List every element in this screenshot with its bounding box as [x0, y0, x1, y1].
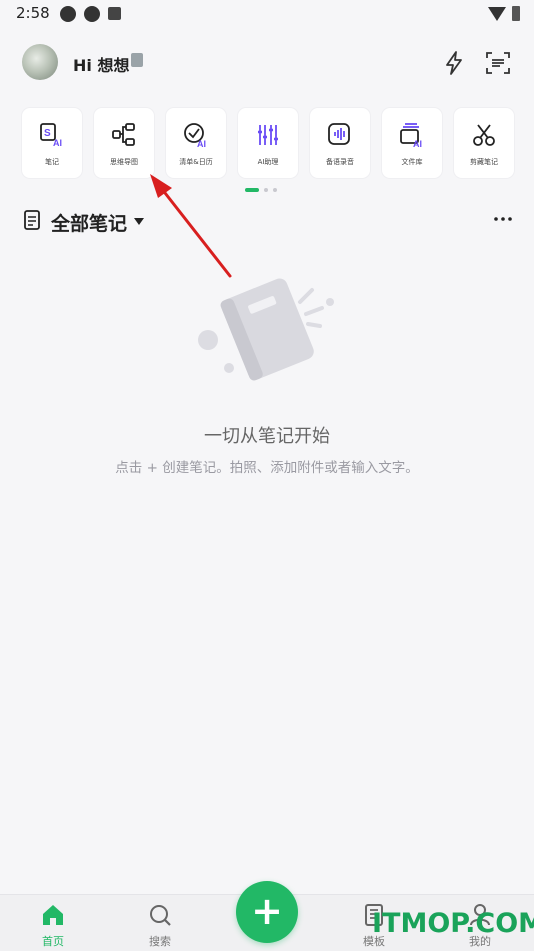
pager-dot-active [245, 188, 259, 192]
nav-home[interactable]: 首页 [23, 901, 83, 948]
tiles-pager [245, 188, 277, 192]
tile-label: 剪藏笔记 [470, 158, 498, 166]
status-time: 2:58 [16, 4, 50, 22]
svg-text:AI: AI [53, 138, 62, 148]
avatar[interactable] [22, 44, 58, 80]
notes-section-header: 全部笔记 [24, 206, 514, 236]
nav-search[interactable]: 搜索 [130, 901, 190, 948]
tile-file-library[interactable]: AI 文件库 [382, 108, 442, 178]
tile-ai-assistant[interactable]: AI助理 [238, 108, 298, 178]
pager-dot [273, 188, 277, 192]
svg-text:AI: AI [197, 139, 206, 148]
notebook-icon [24, 210, 40, 230]
system-icons [488, 6, 520, 21]
dropdown-caret-icon[interactable] [134, 218, 144, 225]
nav-label: 搜索 [149, 935, 171, 948]
greeting-text: Hi 想想 [73, 56, 130, 75]
app-notification-icon [84, 6, 100, 22]
wifi-icon [488, 6, 506, 21]
home-icon [43, 905, 63, 925]
section-title[interactable]: 全部笔记 [51, 209, 127, 236]
app-header: Hi 想想 [0, 40, 534, 84]
search-icon [150, 905, 171, 926]
tile-label: AI助理 [257, 158, 279, 166]
pager-dot [264, 188, 268, 192]
note-ai-icon: S AI [40, 123, 62, 148]
scissors-icon [473, 124, 495, 146]
tile-label: 清单&日历 [179, 158, 213, 166]
nav-label: 首页 [42, 935, 64, 948]
member-badge-icon[interactable] [131, 53, 143, 67]
battery-icon [512, 6, 520, 21]
watermark: ITMOP.COM [372, 908, 534, 939]
lightning-icon[interactable] [441, 50, 467, 76]
tile-clip-note[interactable]: 剪藏笔记 [454, 108, 514, 178]
file-library-ai-icon: AI [400, 123, 422, 148]
scan-icon[interactable] [485, 50, 511, 76]
voice-record-icon [328, 123, 350, 145]
svg-text:S: S [44, 128, 51, 139]
empty-notebook-illustration [198, 278, 334, 381]
mindmap-icon [112, 123, 135, 146]
svg-text:AI: AI [413, 139, 422, 148]
status-bar: 2:58 [0, 0, 534, 28]
tile-label: 思维导图 [110, 158, 138, 166]
app-notification-icon [108, 7, 121, 20]
empty-state-title: 一切从笔记开始 [204, 426, 330, 447]
notification-icons [60, 6, 121, 22]
quick-actions: S AI 笔记 思维导图 AI 清单&日历 AI助理 备语录音 AI 文件库 剪… [22, 108, 514, 178]
empty-state-description: 点击 + 创建笔记。拍照、添加附件或者输入文字。 [115, 460, 419, 476]
ai-assistant-icon [258, 125, 278, 145]
plus-icon: + [251, 889, 283, 933]
tile-voice-record[interactable]: 备语录音 [310, 108, 370, 178]
add-note-button[interactable]: + [236, 881, 298, 943]
app-notification-icon [60, 6, 76, 22]
more-icon[interactable] [492, 208, 514, 230]
checklist-ai-icon: AI [184, 123, 206, 148]
tile-note[interactable]: S AI 笔记 [22, 108, 82, 178]
tile-label: 备语录音 [326, 158, 354, 166]
tile-label: 笔记 [45, 158, 59, 166]
tile-label: 文件库 [401, 158, 423, 166]
